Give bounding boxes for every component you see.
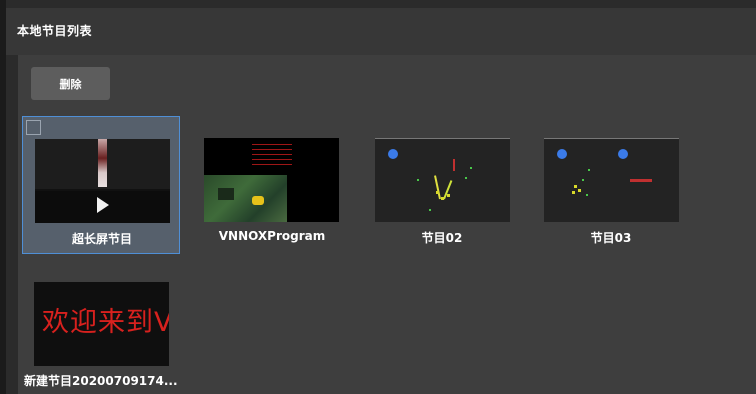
program-thumbnail — [544, 138, 679, 222]
delete-button[interactable]: 删除 — [31, 67, 110, 100]
program-name: 新建节目20200709174... — [24, 374, 178, 388]
program-name: 节目03 — [590, 231, 632, 245]
program-card[interactable]: 节目02 — [363, 116, 521, 254]
panel-title: 本地节目列表 — [17, 24, 93, 38]
window-edge — [0, 0, 6, 394]
program-list-area: 删除 超长屏节目 VNNOXProgram 节目02 节目03 欢迎来到V 新建… — [18, 55, 756, 394]
program-thumbnail — [204, 138, 339, 222]
program-name: 超长屏节目 — [71, 232, 132, 246]
program-card[interactable]: VNNOXProgram — [193, 116, 351, 254]
program-thumbnail — [375, 138, 510, 222]
program-card[interactable]: 超长屏节目 — [22, 116, 180, 254]
panel-header: 本地节目列表 — [6, 8, 756, 55]
play-icon[interactable] — [97, 197, 109, 213]
program-card[interactable]: 欢迎来到V 新建节目20200709174... — [22, 276, 180, 394]
program-card[interactable]: 节目03 — [532, 116, 690, 254]
select-checkbox[interactable] — [26, 120, 41, 135]
program-name: 节目02 — [421, 231, 463, 245]
program-name: VNNOXProgram — [218, 229, 326, 243]
thumbnail-text: 欢迎来到V — [42, 307, 169, 338]
program-thumbnail — [35, 139, 170, 223]
program-thumbnail: 欢迎来到V — [34, 282, 169, 366]
